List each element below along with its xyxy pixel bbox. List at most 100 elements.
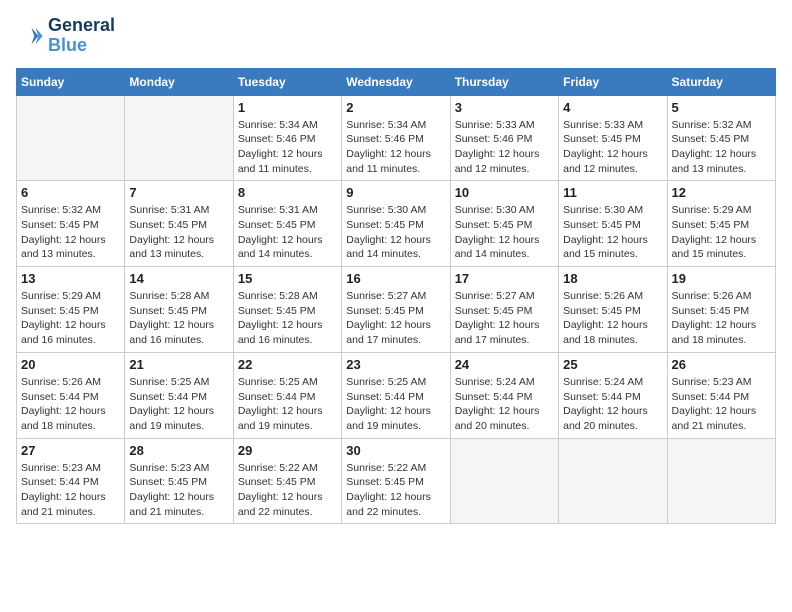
day-info: Sunrise: 5:34 AMSunset: 5:46 PMDaylight:… — [238, 118, 337, 177]
day-number: 26 — [672, 357, 771, 372]
day-info: Sunrise: 5:27 AMSunset: 5:45 PMDaylight:… — [455, 289, 554, 348]
day-info: Sunrise: 5:30 AMSunset: 5:45 PMDaylight:… — [455, 203, 554, 262]
logo: General Blue — [16, 16, 115, 56]
calendar-cell: 16 Sunrise: 5:27 AMSunset: 5:45 PMDayligh… — [342, 267, 450, 353]
day-number: 23 — [346, 357, 445, 372]
calendar-cell: 27Sunrise: 5:23 AMSunset: 5:44 PMDayligh… — [17, 438, 125, 524]
day-header: Wednesday — [342, 68, 450, 95]
calendar-cell: 8Sunrise: 5:31 AMSunset: 5:45 PMDaylight… — [233, 181, 341, 267]
day-number: 15 — [238, 271, 337, 286]
day-number: 18 — [563, 271, 662, 286]
calendar-cell: 26 Sunrise: 5:23 AMSunset: 5:44 PMDayligh… — [667, 352, 775, 438]
calendar-cell: 5 Sunrise: 5:32 AMSunset: 5:45 PMDaylight… — [667, 95, 775, 181]
day-info: Sunrise: 5:34 AMSunset: 5:46 PMDaylight:… — [346, 118, 445, 177]
day-info: Sunrise: 5:24 AMSunset: 5:44 PMDaylight:… — [455, 375, 554, 434]
calendar-week-row: 13 Sunrise: 5:29 AMSunset: 5:45 PMDayligh… — [17, 267, 776, 353]
calendar-cell: 21 Sunrise: 5:25 AMSunset: 5:44 PMDayligh… — [125, 352, 233, 438]
calendar-cell: 4 Sunrise: 5:33 AMSunset: 5:45 PMDaylight… — [559, 95, 667, 181]
day-info: Sunrise: 5:32 AMSunset: 5:45 PMDaylight:… — [21, 203, 120, 262]
day-info: Sunrise: 5:31 AMSunset: 5:45 PMDaylight:… — [129, 203, 228, 262]
calendar-cell: 23 Sunrise: 5:25 AMSunset: 5:44 PMDayligh… — [342, 352, 450, 438]
day-info: Sunrise: 5:25 AMSunset: 5:44 PMDaylight:… — [346, 375, 445, 434]
day-number: 4 — [563, 100, 662, 115]
calendar-cell: 3 Sunrise: 5:33 AMSunset: 5:46 PMDaylight… — [450, 95, 558, 181]
day-info: Sunrise: 5:28 AMSunset: 5:45 PMDaylight:… — [129, 289, 228, 348]
day-info: Sunrise: 5:22 AMSunset: 5:45 PMDaylight:… — [238, 461, 337, 520]
day-number: 13 — [21, 271, 120, 286]
calendar-cell — [559, 438, 667, 524]
day-info: Sunrise: 5:33 AMSunset: 5:46 PMDaylight:… — [455, 118, 554, 177]
day-info: Sunrise: 5:26 AMSunset: 5:45 PMDaylight:… — [672, 289, 771, 348]
calendar-cell: 6 Sunrise: 5:32 AMSunset: 5:45 PMDaylight… — [17, 181, 125, 267]
calendar-cell — [450, 438, 558, 524]
calendar-cell: 19Sunrise: 5:26 AMSunset: 5:45 PMDayligh… — [667, 267, 775, 353]
day-info: Sunrise: 5:23 AMSunset: 5:45 PMDaylight:… — [129, 461, 228, 520]
calendar-cell — [667, 438, 775, 524]
day-info: Sunrise: 5:30 AMSunset: 5:45 PMDaylight:… — [346, 203, 445, 262]
day-number: 29 — [238, 443, 337, 458]
calendar-cell — [17, 95, 125, 181]
day-number: 1 — [238, 100, 337, 115]
calendar-cell: 24Sunrise: 5:24 AMSunset: 5:44 PMDayligh… — [450, 352, 558, 438]
day-info: Sunrise: 5:23 AMSunset: 5:44 PMDaylight:… — [672, 375, 771, 434]
day-number: 11 — [563, 185, 662, 200]
day-number: 17 — [455, 271, 554, 286]
day-info: Sunrise: 5:33 AMSunset: 5:45 PMDaylight:… — [563, 118, 662, 177]
calendar-header-row: SundayMondayTuesdayWednesdayThursdayFrid… — [17, 68, 776, 95]
day-number: 10 — [455, 185, 554, 200]
calendar-table: SundayMondayTuesdayWednesdayThursdayFrid… — [16, 68, 776, 525]
day-info: Sunrise: 5:27 AMSunset: 5:45 PMDaylight:… — [346, 289, 445, 348]
calendar-cell: 7 Sunrise: 5:31 AMSunset: 5:45 PMDaylight… — [125, 181, 233, 267]
day-info: Sunrise: 5:30 AMSunset: 5:45 PMDaylight:… — [563, 203, 662, 262]
calendar-cell: 25Sunrise: 5:24 AMSunset: 5:44 PMDayligh… — [559, 352, 667, 438]
day-number: 5 — [672, 100, 771, 115]
calendar-cell: 17 Sunrise: 5:27 AMSunset: 5:45 PMDayligh… — [450, 267, 558, 353]
logo-text: General Blue — [48, 16, 115, 56]
calendar-cell: 18 Sunrise: 5:26 AMSunset: 5:45 PMDayligh… — [559, 267, 667, 353]
day-info: Sunrise: 5:29 AMSunset: 5:45 PMDaylight:… — [672, 203, 771, 262]
logo-icon — [16, 22, 44, 50]
calendar-cell: 13 Sunrise: 5:29 AMSunset: 5:45 PMDayligh… — [17, 267, 125, 353]
day-info: Sunrise: 5:26 AMSunset: 5:44 PMDaylight:… — [21, 375, 120, 434]
day-info: Sunrise: 5:25 AMSunset: 5:44 PMDaylight:… — [129, 375, 228, 434]
day-number: 9 — [346, 185, 445, 200]
calendar-cell: 9 Sunrise: 5:30 AMSunset: 5:45 PMDaylight… — [342, 181, 450, 267]
calendar-week-row: 1 Sunrise: 5:34 AMSunset: 5:46 PMDaylight… — [17, 95, 776, 181]
day-number: 7 — [129, 185, 228, 200]
day-info: Sunrise: 5:24 AMSunset: 5:44 PMDaylight:… — [563, 375, 662, 434]
calendar-cell: 15 Sunrise: 5:28 AMSunset: 5:45 PMDayligh… — [233, 267, 341, 353]
calendar-week-row: 6 Sunrise: 5:32 AMSunset: 5:45 PMDaylight… — [17, 181, 776, 267]
calendar-cell: 28Sunrise: 5:23 AMSunset: 5:45 PMDayligh… — [125, 438, 233, 524]
day-info: Sunrise: 5:32 AMSunset: 5:45 PMDaylight:… — [672, 118, 771, 177]
day-number: 22 — [238, 357, 337, 372]
day-number: 14 — [129, 271, 228, 286]
day-header: Sunday — [17, 68, 125, 95]
calendar-cell: 29 Sunrise: 5:22 AMSunset: 5:45 PMDayligh… — [233, 438, 341, 524]
day-number: 30 — [346, 443, 445, 458]
day-header: Tuesday — [233, 68, 341, 95]
day-header: Monday — [125, 68, 233, 95]
day-info: Sunrise: 5:22 AMSunset: 5:45 PMDaylight:… — [346, 461, 445, 520]
day-number: 3 — [455, 100, 554, 115]
day-number: 2 — [346, 100, 445, 115]
day-header: Friday — [559, 68, 667, 95]
day-number: 27 — [21, 443, 120, 458]
calendar-week-row: 20Sunrise: 5:26 AMSunset: 5:44 PMDayligh… — [17, 352, 776, 438]
day-info: Sunrise: 5:25 AMSunset: 5:44 PMDaylight:… — [238, 375, 337, 434]
page-header: General Blue — [16, 16, 776, 56]
day-info: Sunrise: 5:28 AMSunset: 5:45 PMDaylight:… — [238, 289, 337, 348]
calendar-cell: 10 Sunrise: 5:30 AMSunset: 5:45 PMDayligh… — [450, 181, 558, 267]
day-header: Saturday — [667, 68, 775, 95]
calendar-cell: 22 Sunrise: 5:25 AMSunset: 5:44 PMDayligh… — [233, 352, 341, 438]
day-number: 8 — [238, 185, 337, 200]
day-info: Sunrise: 5:29 AMSunset: 5:45 PMDaylight:… — [21, 289, 120, 348]
day-number: 21 — [129, 357, 228, 372]
calendar-cell: 30 Sunrise: 5:22 AMSunset: 5:45 PMDayligh… — [342, 438, 450, 524]
calendar-cell: 14 Sunrise: 5:28 AMSunset: 5:45 PMDayligh… — [125, 267, 233, 353]
day-info: Sunrise: 5:26 AMSunset: 5:45 PMDaylight:… — [563, 289, 662, 348]
calendar-cell: 20Sunrise: 5:26 AMSunset: 5:44 PMDayligh… — [17, 352, 125, 438]
day-number: 6 — [21, 185, 120, 200]
calendar-cell: 2 Sunrise: 5:34 AMSunset: 5:46 PMDaylight… — [342, 95, 450, 181]
calendar-cell: 1 Sunrise: 5:34 AMSunset: 5:46 PMDaylight… — [233, 95, 341, 181]
day-number: 16 — [346, 271, 445, 286]
